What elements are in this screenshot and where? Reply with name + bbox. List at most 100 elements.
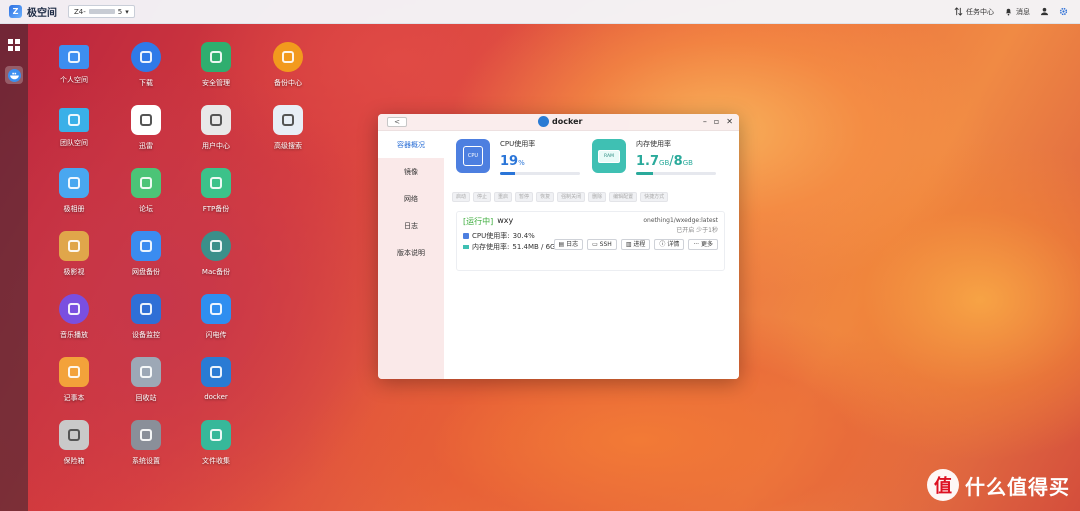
music-icon <box>59 294 89 324</box>
settings-icon <box>131 420 161 450</box>
desktop-icon-user[interactable]: 用户中心 <box>186 105 246 151</box>
more-button[interactable]: ··· 更多 <box>688 239 718 250</box>
terminal-icon: ▭ <box>592 241 600 248</box>
container-action-2[interactable]: 重启 <box>494 192 513 202</box>
desktop-icon-ftp-cloud[interactable]: FTP备份 <box>186 168 246 214</box>
grid-icon <box>8 39 20 51</box>
container-action-8[interactable]: 快捷方式 <box>640 192 669 202</box>
backup-icon <box>273 42 303 72</box>
desktop-icon-film[interactable]: 极影视 <box>44 231 104 277</box>
desktop-icon-thunder[interactable]: 迅雷 <box>116 105 176 151</box>
container-action-5[interactable]: 强制关闭 <box>557 192 586 202</box>
desktop-icon-label: 用户中心 <box>202 142 230 150</box>
desktop-icon-forum[interactable]: 论坛 <box>116 168 176 214</box>
memory-total-value: 8 <box>673 154 683 169</box>
top-bar: Z 极空间 Z4- 5 ▾ 任务中心 消息 <box>0 0 1080 24</box>
minimize-icon[interactable]: – <box>703 117 707 126</box>
desktop-icon-lightning[interactable]: 闪电传 <box>186 294 246 340</box>
device-selector[interactable]: Z4- 5 ▾ <box>68 5 135 18</box>
desktop-icon-folder[interactable]: 个人空间 <box>44 42 104 85</box>
safe-icon <box>59 420 89 450</box>
desktop-icon-file-collect[interactable]: 文件收集 <box>186 420 246 466</box>
container-action-0[interactable]: 启动 <box>452 192 471 202</box>
user-icon[interactable] <box>1040 7 1049 16</box>
container-card[interactable]: [运行中] wxy onething1/wxedge:latest 已开启 少于… <box>456 211 725 271</box>
nav-version-notes[interactable]: 版本说明 <box>378 239 444 266</box>
desktop-icon-label: 闪电传 <box>205 331 227 339</box>
desktop-icon-label: 回收站 <box>135 394 157 402</box>
ram-chip-text: RAM <box>598 149 620 163</box>
memory-usage-label: 内存使用率 <box>636 140 671 148</box>
memory-total-unit: GB <box>682 159 693 167</box>
cpu-usage-unit: % <box>518 159 525 167</box>
ram-chip-icon: RAM <box>592 139 626 173</box>
container-action-3[interactable]: 暂停 <box>515 192 534 202</box>
desktop-icon-clock[interactable]: Mac备份 <box>186 231 246 277</box>
docker-icon <box>201 357 231 387</box>
process-button[interactable]: ▥ 进程 <box>620 239 651 250</box>
desktop-icon-label: 论坛 <box>139 205 153 213</box>
desktop-icon-notepad[interactable]: 记事本 <box>44 357 104 403</box>
desktop-icon-label: 网盘备份 <box>132 268 160 276</box>
nav-images[interactable]: 镜像 <box>378 158 444 185</box>
nav-container-overview[interactable]: 容器概况 <box>378 131 444 158</box>
app-grid-button[interactable] <box>5 36 23 54</box>
memory-usage-fill <box>636 172 653 175</box>
window-titlebar[interactable]: < docker – ▫ ✕ <box>378 114 739 131</box>
desktop-icon-docker[interactable]: docker <box>186 357 246 401</box>
app-name: 极空间 <box>27 8 57 19</box>
desktop-icon-cloud-backup[interactable]: 网盘备份 <box>116 231 176 277</box>
watermark-text: 什么值得买 <box>965 474 1070 499</box>
desktop-icon-safe[interactable]: 保险箱 <box>44 420 104 466</box>
desktop-icon-photo-album[interactable]: 极相册 <box>44 168 104 214</box>
window-nav: 容器概况 镜像 网络 日志 版本说明 <box>378 131 444 379</box>
container-action-6[interactable]: 删除 <box>588 192 607 202</box>
sort-arrows-icon <box>954 7 963 16</box>
cloud-backup-icon <box>131 231 161 261</box>
log-icon: ▤ <box>558 241 567 248</box>
desktop-icon-backup[interactable]: 备份中心 <box>258 42 318 88</box>
cpu-usage-bar <box>500 172 580 175</box>
container-status: [运行中] <box>463 217 494 226</box>
container-action-4[interactable]: 恢复 <box>536 192 555 202</box>
device-name-redacted <box>88 9 115 14</box>
close-icon[interactable]: ✕ <box>726 117 733 126</box>
messages-button[interactable]: 消息 <box>1004 7 1030 17</box>
desktop-icon-monitor-chart[interactable]: 设备监控 <box>116 294 176 340</box>
desktop-icon-label: 极影视 <box>63 268 85 276</box>
desktop-icon-label: 记事本 <box>63 394 85 402</box>
monitor-chart-icon <box>131 294 161 324</box>
desktop-icon-download-globe[interactable]: 下载 <box>116 42 176 88</box>
desktop-icon-label: 高级搜索 <box>274 142 302 150</box>
details-button[interactable]: ⓘ 详情 <box>654 239 685 250</box>
left-dock <box>0 24 28 511</box>
desktop-icon-music[interactable]: 音乐播放 <box>44 294 104 340</box>
ssh-button[interactable]: ▭ SSH <box>587 239 617 250</box>
container-uptime: 已开启 少于1秒 <box>676 227 718 234</box>
desktop-icon-search-doc[interactable]: 高级搜索 <box>258 105 318 151</box>
container-action-7[interactable]: 编辑配置 <box>609 192 638 202</box>
logo-mark-icon: Z <box>9 5 22 18</box>
nav-network[interactable]: 网络 <box>378 185 444 212</box>
desktop-icon-team-folder[interactable]: 团队空间 <box>44 105 104 148</box>
cpu-small-icon <box>463 233 469 239</box>
desktop-icon-label: 设备监控 <box>132 331 160 339</box>
watermark-logo: 值 <box>927 469 959 501</box>
container-action-1[interactable]: 停止 <box>473 192 492 202</box>
dock-docker-button[interactable] <box>5 66 23 84</box>
memory-used-unit: GB <box>659 159 670 167</box>
desktop-icon-settings[interactable]: 系统设置 <box>116 420 176 466</box>
desktop-icon-trash[interactable]: 回收站 <box>116 357 176 403</box>
nav-logs[interactable]: 日志 <box>378 212 444 239</box>
team-folder-icon <box>59 108 89 132</box>
gear-icon[interactable] <box>1059 7 1068 16</box>
desktop-icon-shield[interactable]: 安全管理 <box>186 42 246 88</box>
memory-usage-panel: RAM 内存使用率 1.7GB/8GB <box>592 139 716 175</box>
maximize-icon[interactable]: ▫ <box>714 117 719 126</box>
task-center-button[interactable]: 任务中心 <box>954 7 994 17</box>
thunder-icon <box>131 105 161 135</box>
container-name: wxy <box>497 216 514 225</box>
log-button[interactable]: ▤ 日志 <box>553 239 584 250</box>
desktop-icon-label: 保险箱 <box>63 457 85 465</box>
back-button[interactable]: < <box>387 117 407 127</box>
